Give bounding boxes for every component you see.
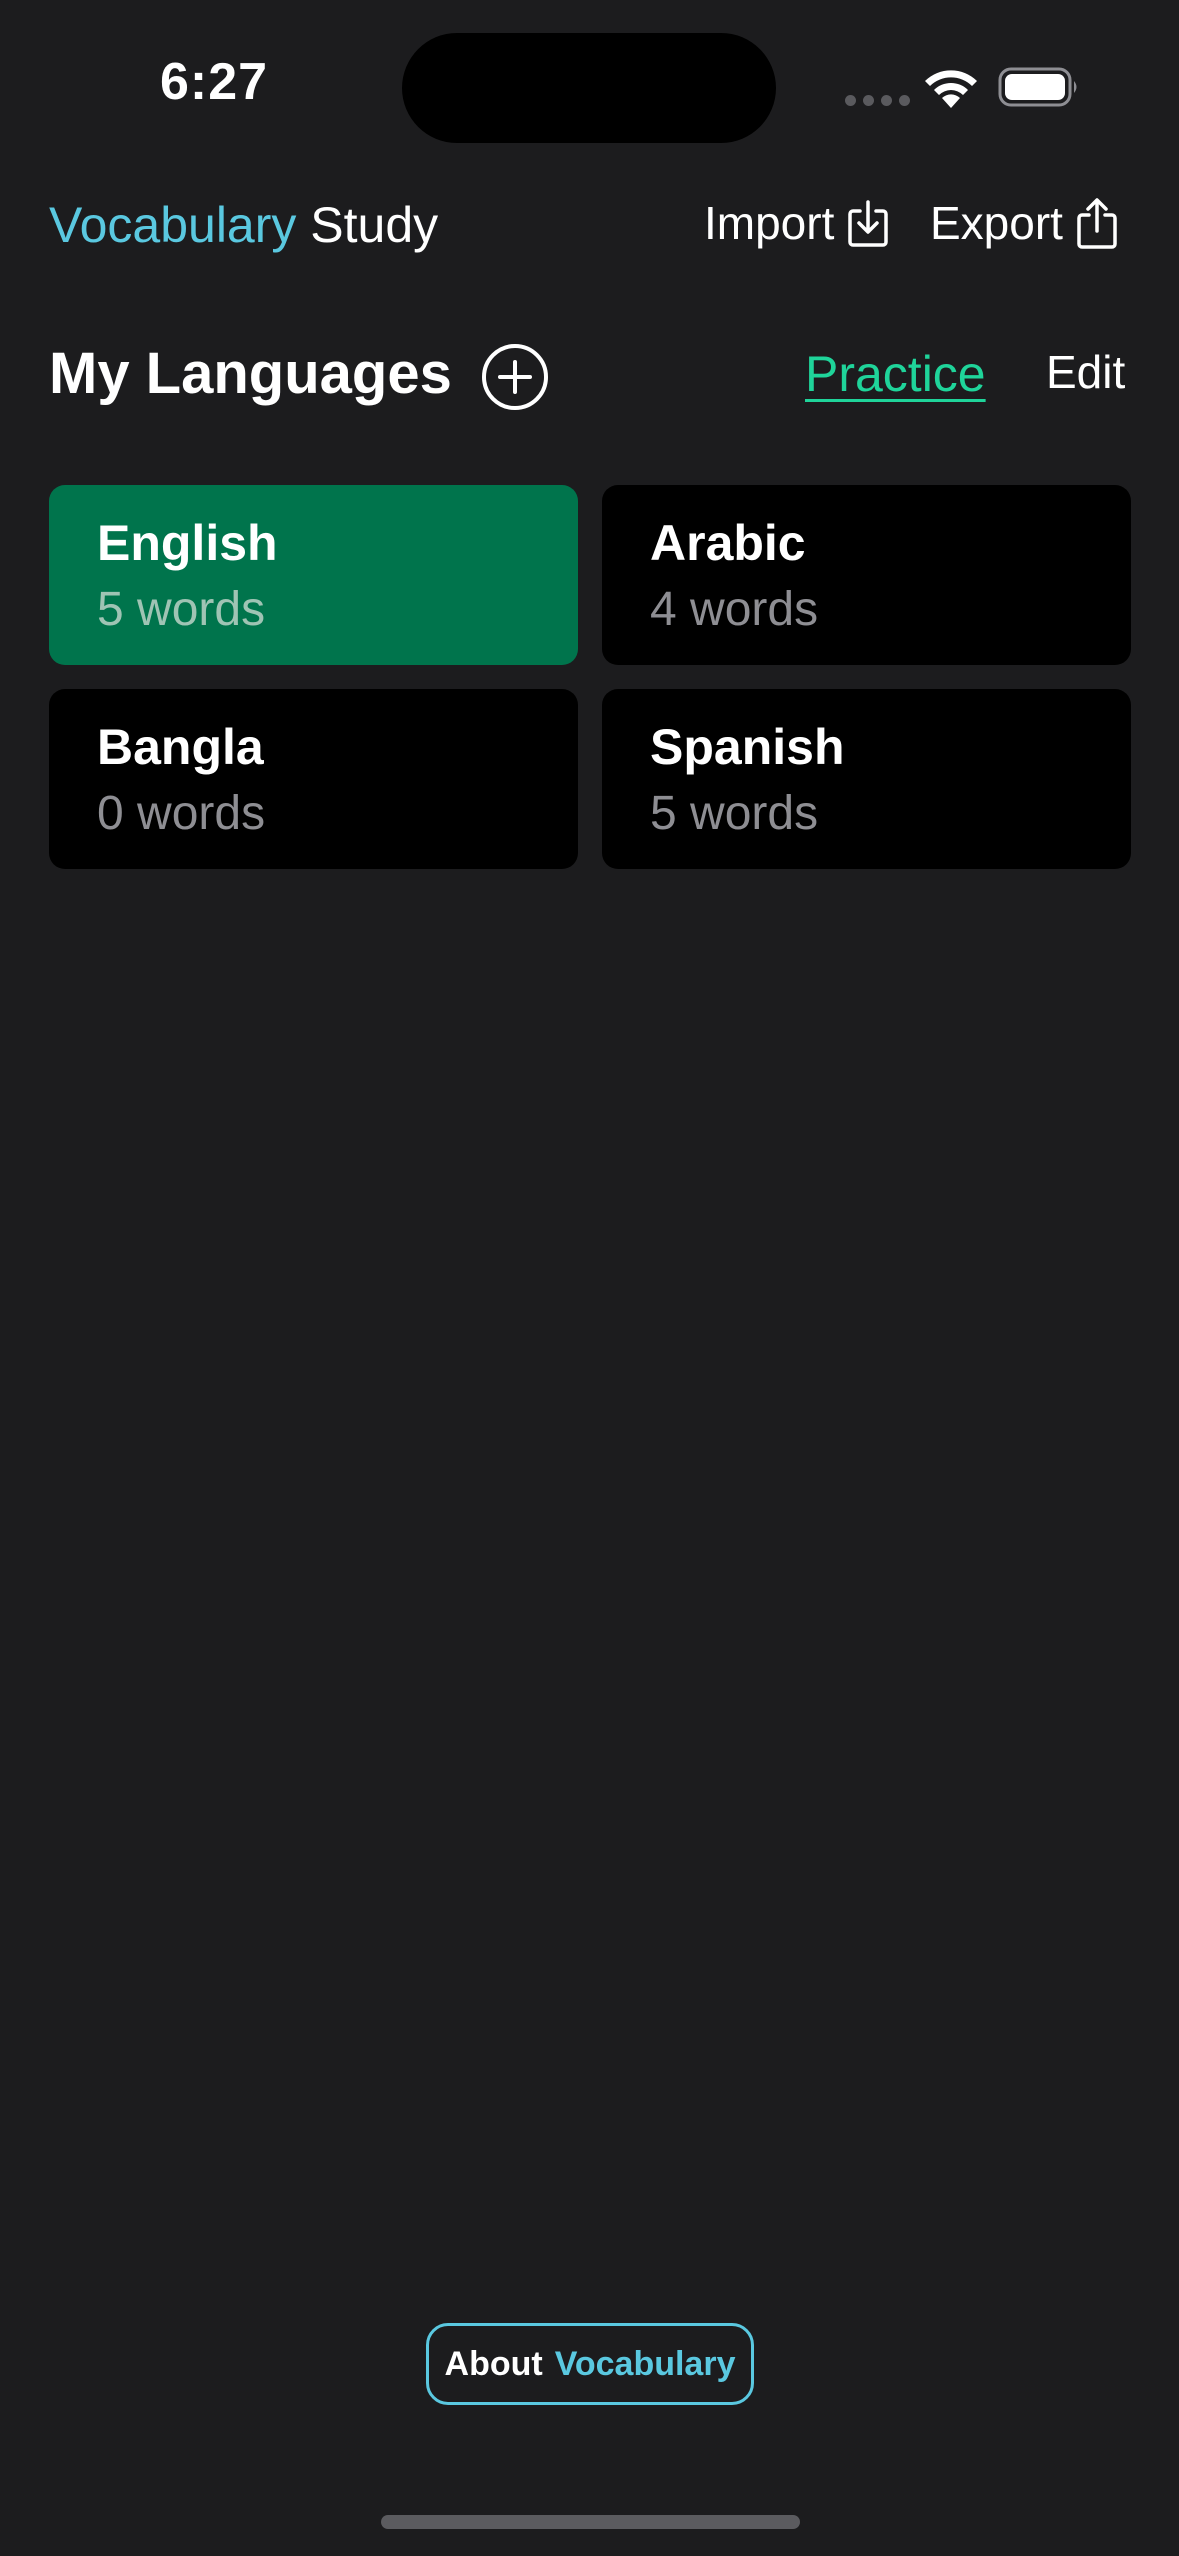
- about-label-plain: About: [444, 2344, 543, 2383]
- about-button[interactable]: About Vocabulary: [426, 2323, 754, 2405]
- language-name: Bangla: [97, 719, 264, 775]
- cellular-signal-icon: [845, 95, 910, 106]
- import-label: Import: [704, 197, 835, 249]
- section-title: My Languages: [49, 341, 452, 406]
- app-title-rest: Study: [310, 197, 439, 253]
- language-name: English: [97, 515, 278, 571]
- import-button[interactable]: Import: [704, 196, 889, 250]
- language-card-bangla[interactable]: Bangla 0 words: [49, 689, 578, 869]
- language-card-english[interactable]: English 5 words: [49, 485, 578, 665]
- language-card-spanish[interactable]: Spanish 5 words: [602, 689, 1131, 869]
- share-icon: [1077, 198, 1117, 249]
- export-label: Export: [930, 197, 1063, 249]
- language-name: Spanish: [650, 719, 845, 775]
- edit-button[interactable]: Edit: [1046, 345, 1125, 399]
- language-word-count: 5 words: [97, 583, 266, 636]
- dynamic-island: [402, 33, 776, 143]
- status-time: 6:27: [160, 53, 269, 111]
- wifi-icon: [925, 70, 977, 108]
- practice-link[interactable]: Practice: [805, 345, 986, 403]
- plus-circle-icon[interactable]: [480, 342, 550, 412]
- language-name: Arabic: [650, 515, 806, 571]
- battery-icon: [998, 67, 1077, 107]
- export-button[interactable]: Export: [930, 196, 1117, 250]
- app-title: Vocabulary Study: [49, 196, 438, 254]
- app-title-accent: Vocabulary: [49, 197, 297, 253]
- language-word-count: 0 words: [97, 787, 266, 840]
- about-label-accent: Vocabulary: [554, 2344, 736, 2383]
- language-word-count: 5 words: [650, 787, 819, 840]
- download-tray-icon: [848, 200, 889, 247]
- language-word-count: 4 words: [650, 583, 819, 636]
- language-card-arabic[interactable]: Arabic 4 words: [602, 485, 1131, 665]
- home-indicator[interactable]: [381, 2515, 800, 2529]
